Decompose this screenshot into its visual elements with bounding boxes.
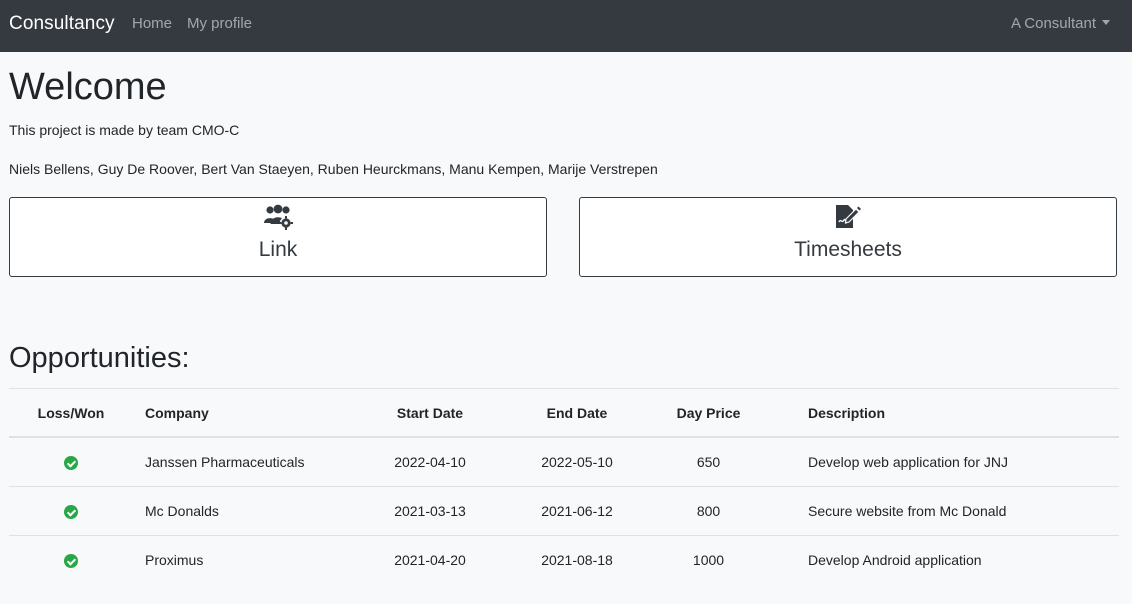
check-circle-icon <box>64 554 78 569</box>
table-row: Mc Donalds 2021-03-13 2021-06-12 800 Sec… <box>9 487 1119 536</box>
cell-day-price: 650 <box>696 454 721 470</box>
link-card-label: Link <box>258 238 298 261</box>
users-gear-icon <box>263 204 293 235</box>
col-header-description: Description <box>808 404 886 421</box>
opportunities-table: Loss/Won Company Start Date End Date Day… <box>9 388 1119 584</box>
cell-end-date: 2021-06-12 <box>541 503 613 519</box>
cell-company: Janssen Pharmaceuticals <box>145 454 305 470</box>
cell-day-price: 800 <box>696 503 721 519</box>
cell-start-date: 2021-04-20 <box>394 552 466 568</box>
col-header-end-date: End Date <box>546 404 608 421</box>
user-name: A Consultant <box>1010 15 1096 32</box>
brand-logo[interactable]: Consultancy <box>9 13 115 35</box>
cell-start-date: 2021-03-13 <box>394 503 466 519</box>
cell-company: Proximus <box>145 552 204 568</box>
opportunities-title: Opportunities: <box>9 342 190 374</box>
table-header-row: Loss/Won Company Start Date End Date Day… <box>9 388 1119 437</box>
table-row: Janssen Pharmaceuticals 2022-04-10 2022-… <box>9 437 1119 487</box>
cell-description: Develop web application for JNJ <box>808 454 1008 470</box>
timesheets-card-label: Timesheets <box>794 238 902 261</box>
team-text: This project is made by team CMO-C <box>9 122 240 138</box>
cell-end-date: 2022-05-10 <box>541 454 613 470</box>
col-header-day-price: Day Price <box>676 404 741 421</box>
col-header-company: Company <box>145 404 209 421</box>
cell-company: Mc Donalds <box>145 503 219 519</box>
table-row: Proximus 2021-04-20 2021-08-18 1000 Deve… <box>9 536 1119 585</box>
page-title: Welcome <box>9 66 167 108</box>
timesheets-card-button[interactable]: Timesheets <box>579 197 1117 277</box>
user-dropdown[interactable]: A Consultant <box>1011 15 1110 32</box>
cell-description: Develop Android application <box>808 552 982 568</box>
check-circle-icon <box>64 456 78 471</box>
file-signature-icon <box>834 204 862 235</box>
nav-link-my-profile[interactable]: My profile <box>187 15 252 32</box>
nav-link-home[interactable]: Home <box>132 15 172 32</box>
caret-down-icon <box>1102 20 1110 25</box>
check-circle-icon <box>64 505 78 520</box>
cell-day-price: 1000 <box>692 552 725 568</box>
col-header-loss-won: Loss/Won <box>37 404 105 421</box>
cell-start-date: 2022-04-10 <box>394 454 466 470</box>
team-members: Niels Bellens, Guy De Roover, Bert Van S… <box>9 161 658 177</box>
col-header-start-date: Start Date <box>396 404 464 421</box>
cell-end-date: 2021-08-18 <box>541 552 613 568</box>
cell-description: Secure website from Mc Donald <box>808 503 1007 519</box>
link-card-button[interactable]: Link <box>9 197 547 277</box>
top-navbar: Consultancy Home My profile A Consultant <box>0 0 1132 52</box>
